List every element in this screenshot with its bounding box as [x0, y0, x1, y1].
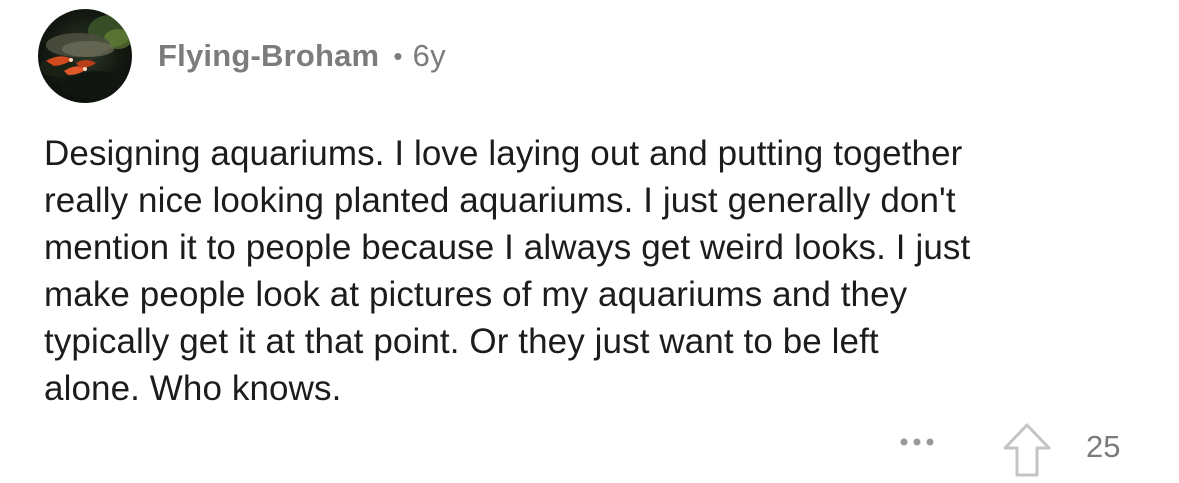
more-options-icon[interactable]: [892, 432, 942, 452]
comment-body: Designing aquariums. I love laying out a…: [44, 134, 971, 408]
comment-meta: Flying-Broham • 6y: [158, 38, 446, 74]
comment-header: Flying-Broham • 6y: [38, 8, 446, 104]
username-link[interactable]: Flying-Broham: [158, 38, 379, 74]
vote-score: 25: [1086, 429, 1121, 464]
avatar[interactable]: [38, 9, 132, 103]
comment-age: 6y: [412, 38, 446, 73]
upvote-arrow-icon[interactable]: [1002, 422, 1052, 478]
aquarium-shrimp-avatar-icon: [38, 9, 132, 103]
comment-actions: 25: [0, 410, 1179, 478]
comment-card: Flying-Broham • 6y Designing aquariums. …: [0, 0, 1179, 478]
meta-separator: •: [393, 40, 403, 71]
